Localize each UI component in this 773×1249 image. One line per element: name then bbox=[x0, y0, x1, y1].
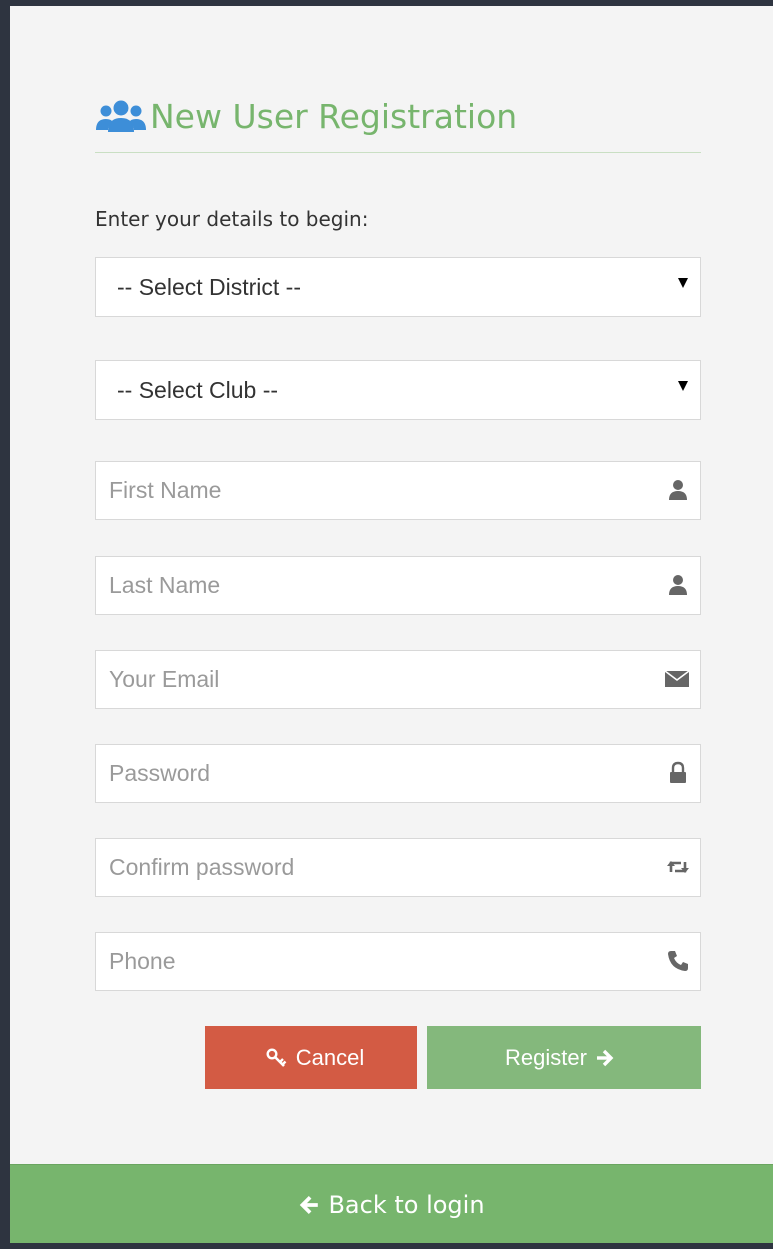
confirm-password-input[interactable] bbox=[96, 839, 700, 896]
district-select-value: -- Select District -- bbox=[117, 274, 301, 300]
registration-header: New User Registration bbox=[95, 94, 701, 153]
last-name-input[interactable] bbox=[96, 557, 700, 614]
password-input[interactable] bbox=[96, 745, 700, 802]
form-intro-text: Enter your details to begin: bbox=[95, 207, 369, 231]
arrow-right-icon bbox=[596, 1049, 614, 1066]
caret-down-icon bbox=[678, 381, 688, 391]
register-button-label: Register bbox=[505, 1044, 587, 1070]
phone-icon bbox=[668, 951, 688, 971]
first-name-field bbox=[95, 461, 701, 520]
users-icon bbox=[96, 100, 146, 132]
district-select[interactable]: -- Select District -- bbox=[95, 257, 701, 317]
registration-window: New User Registration Enter your details… bbox=[10, 6, 773, 1243]
phone-input[interactable] bbox=[96, 933, 700, 990]
phone-field bbox=[95, 932, 701, 991]
arrow-left-icon bbox=[300, 1195, 319, 1214]
back-to-login-link[interactable]: Back to login bbox=[10, 1164, 773, 1243]
password-field bbox=[95, 744, 701, 803]
user-icon bbox=[669, 480, 687, 500]
lock-icon bbox=[670, 761, 686, 783]
club-select-value: -- Select Club -- bbox=[117, 377, 279, 403]
first-name-input[interactable] bbox=[96, 462, 700, 519]
email-input[interactable] bbox=[96, 651, 700, 708]
back-to-login-label: Back to login bbox=[328, 1190, 485, 1219]
caret-down-icon bbox=[678, 278, 688, 288]
email-field bbox=[95, 650, 701, 709]
confirm-password-field bbox=[95, 838, 701, 897]
page-title: New User Registration bbox=[150, 97, 518, 136]
user-icon bbox=[669, 575, 687, 595]
key-icon bbox=[266, 1047, 287, 1067]
register-button[interactable]: Register bbox=[427, 1026, 701, 1089]
cancel-button-label: Cancel bbox=[295, 1044, 365, 1070]
last-name-field bbox=[95, 556, 701, 615]
envelope-icon bbox=[664, 670, 690, 687]
club-select[interactable]: -- Select Club -- bbox=[95, 360, 701, 420]
cancel-button[interactable]: Cancel bbox=[205, 1026, 417, 1089]
retweet-icon bbox=[667, 861, 689, 873]
